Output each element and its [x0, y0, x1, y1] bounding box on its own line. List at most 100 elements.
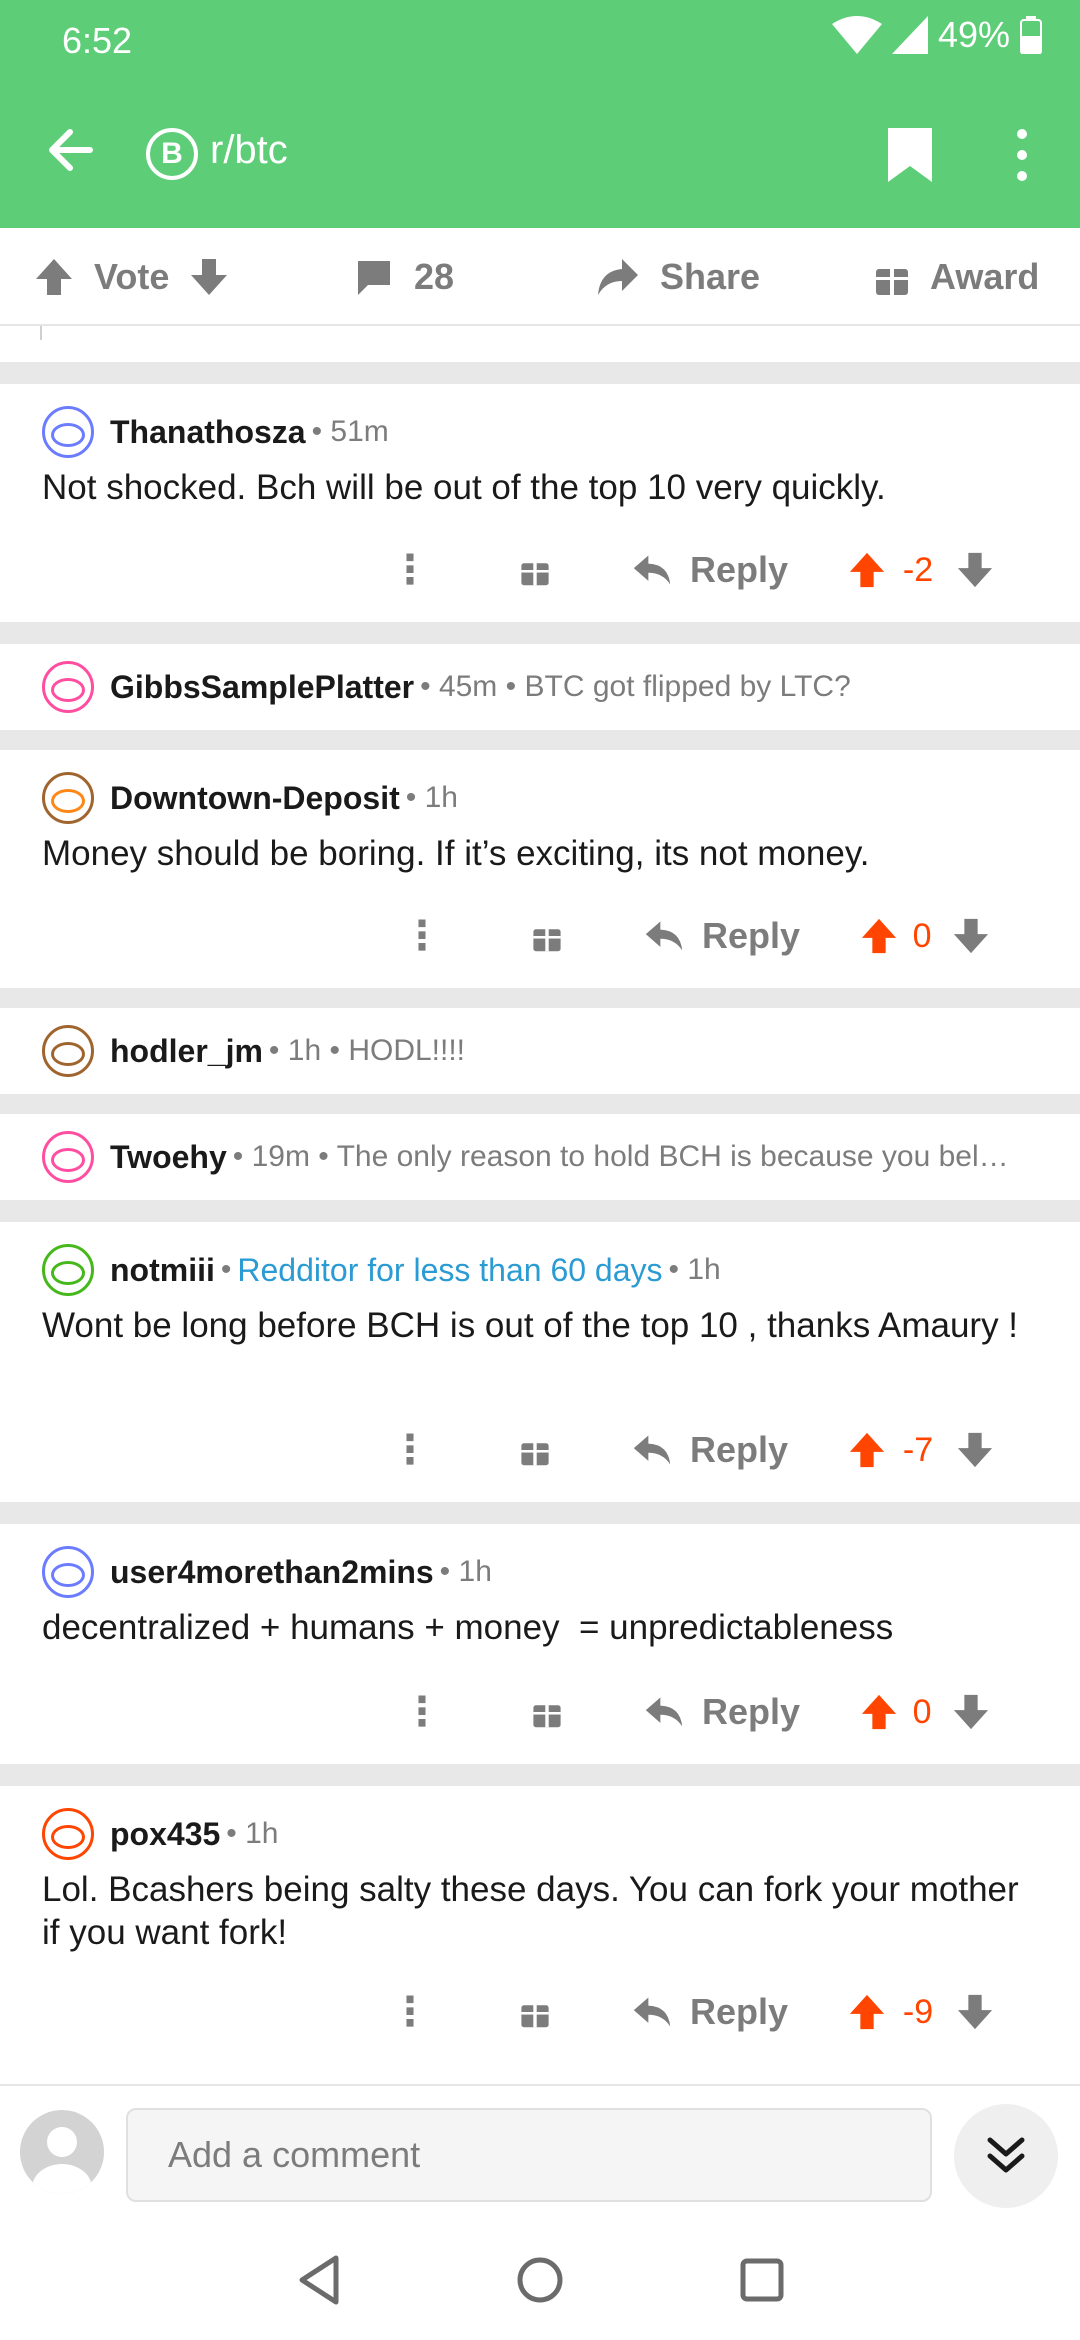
collapsed-comment[interactable]: Twoehy • 19m • The only reason to hold B…	[0, 1114, 1080, 1200]
separator	[0, 1502, 1080, 1524]
comment-author[interactable]: user4morethan2mins	[110, 1554, 434, 1591]
nav-home-icon[interactable]	[512, 2252, 568, 2308]
reply-button[interactable]: Reply	[632, 1991, 788, 2033]
downvote-icon[interactable]	[956, 1431, 994, 1469]
gift-icon[interactable]	[530, 1695, 564, 1729]
battery-percent: 49%	[937, 14, 1010, 55]
more-options-icon[interactable]: ⋮	[402, 1692, 442, 1732]
battery-icon	[1020, 16, 1042, 54]
comment-author[interactable]: GibbsSamplePlatter	[110, 669, 414, 706]
gift-icon[interactable]	[518, 1433, 552, 1467]
reply-icon	[633, 555, 671, 585]
comment-author[interactable]: Twoehy	[110, 1139, 227, 1176]
user-avatar[interactable]	[42, 1808, 94, 1860]
system-nav-bar	[0, 2218, 1080, 2340]
upvote-icon[interactable]	[848, 551, 886, 589]
upvote-icon[interactable]	[848, 1993, 886, 2031]
comments-button[interactable]: 28	[354, 228, 454, 326]
more-options-icon[interactable]: ⋮	[390, 1430, 430, 1470]
add-comment-input[interactable]	[126, 2108, 932, 2202]
user-avatar[interactable]	[42, 406, 94, 458]
reply-button[interactable]: Reply	[644, 1691, 800, 1733]
downvote-icon[interactable]	[956, 1993, 994, 2031]
comment-author[interactable]: hodler_jm	[110, 1033, 263, 1070]
vote-label: Vote	[94, 256, 170, 297]
reply-label: Reply	[702, 1691, 801, 1732]
comment-header: GibbsSamplePlatter • 45m • BTC got flipp…	[42, 661, 1052, 713]
comment-preview: HODL!!!!	[348, 1034, 466, 1067]
more-options-icon[interactable]: ⋮	[390, 550, 430, 590]
gift-icon[interactable]	[530, 919, 564, 953]
separator	[0, 988, 1080, 1008]
comment-author[interactable]: notmiii	[110, 1252, 215, 1289]
time-value: 45m	[438, 670, 498, 703]
reply-button[interactable]: Reply	[644, 915, 800, 957]
comment-author[interactable]: Thanathosza	[110, 414, 306, 451]
comment: pox435 • 1h Lol. Bcashers being salty th…	[0, 1786, 1080, 2084]
my-avatar[interactable]	[20, 2110, 104, 2194]
comment-header: Twoehy • 19m • The only reason to hold B…	[42, 1131, 1052, 1183]
gift-icon[interactable]	[518, 553, 552, 587]
more-options-icon[interactable]	[1006, 126, 1038, 184]
upvote-icon[interactable]	[848, 1431, 886, 1469]
bookmark-icon[interactable]	[886, 126, 934, 184]
upvote-icon[interactable]	[34, 257, 74, 297]
scroll-next-button[interactable]	[954, 2104, 1058, 2208]
user-avatar[interactable]	[42, 1546, 94, 1598]
comment-time: • 1h	[668, 1253, 721, 1286]
gift-icon[interactable]	[518, 1995, 552, 2029]
user-avatar[interactable]	[42, 661, 94, 713]
share-button[interactable]: Share	[596, 228, 760, 326]
subreddit-icon[interactable]: B	[146, 128, 198, 180]
more-options-icon[interactable]: ⋮	[402, 916, 442, 956]
downvote-icon[interactable]	[189, 257, 229, 297]
upvote-icon[interactable]	[860, 1693, 898, 1731]
comment-score: 0	[912, 1692, 932, 1731]
double-chevron-down-icon	[987, 2137, 1025, 2173]
downvote-icon[interactable]	[952, 917, 990, 955]
separator	[0, 1764, 1080, 1786]
comment-count: 28	[414, 256, 455, 297]
reply-button[interactable]: Reply	[632, 1429, 788, 1471]
reply-button[interactable]: Reply	[632, 549, 788, 591]
comment-actions: ⋮ Reply -2	[390, 540, 994, 600]
reply-label: Reply	[690, 1429, 789, 1470]
user-avatar[interactable]	[42, 1244, 94, 1296]
collapsed-comment[interactable]: hodler_jm • 1h • HODL!!!!	[0, 1008, 1080, 1094]
comment-body: Wont be long before BCH is out of the to…	[42, 1306, 1019, 1345]
downvote-icon[interactable]	[952, 1693, 990, 1731]
reply-icon	[645, 1697, 683, 1727]
comment-actions: ⋮ Reply -7	[390, 1420, 994, 1480]
comment-body: decentralized + humans + money = unpredi…	[42, 1608, 894, 1647]
award-button[interactable]: Award	[874, 228, 1039, 326]
back-arrow-icon[interactable]	[40, 118, 104, 182]
comment-header: user4morethan2mins • 1h	[42, 1546, 492, 1598]
comment-time: • 19m • The only reason to hold BCH is b…	[232, 1140, 1009, 1173]
separator	[0, 622, 1080, 644]
user-avatar[interactable]	[42, 1131, 94, 1183]
comment-actions: ⋮ Reply -9	[390, 1982, 994, 2042]
nav-back-icon[interactable]	[292, 2252, 348, 2308]
share-label: Share	[660, 256, 761, 297]
share-icon	[598, 259, 638, 295]
collapsed-comment[interactable]: GibbsSamplePlatter • 45m • BTC got flipp…	[0, 644, 1080, 730]
user-avatar[interactable]	[42, 772, 94, 824]
comment-composer-bar	[0, 2084, 1080, 2218]
comment-actions: ⋮ Reply 0	[402, 1682, 990, 1742]
comment-body: Money should be boring. If it’s exciting…	[42, 834, 870, 873]
user-avatar[interactable]	[42, 1025, 94, 1077]
separator	[0, 730, 1080, 750]
comment-score: -9	[902, 1992, 934, 2031]
more-options-icon[interactable]: ⋮	[390, 1992, 430, 2032]
reply-label: Reply	[702, 915, 801, 956]
comment: Downtown-Deposit • 1h Money should be bo…	[0, 750, 1080, 988]
nav-recents-icon[interactable]	[734, 2252, 790, 2308]
comment-author[interactable]: Downtown-Deposit	[110, 780, 400, 817]
comment-score: 0	[912, 916, 932, 955]
app-header: 6:52 49% B r/btc	[0, 0, 1080, 228]
comment-author[interactable]: pox435	[110, 1816, 220, 1853]
downvote-icon[interactable]	[956, 551, 994, 589]
subreddit-name[interactable]: r/btc	[210, 128, 288, 173]
meta-separator: •	[220, 1253, 232, 1286]
upvote-icon[interactable]	[860, 917, 898, 955]
